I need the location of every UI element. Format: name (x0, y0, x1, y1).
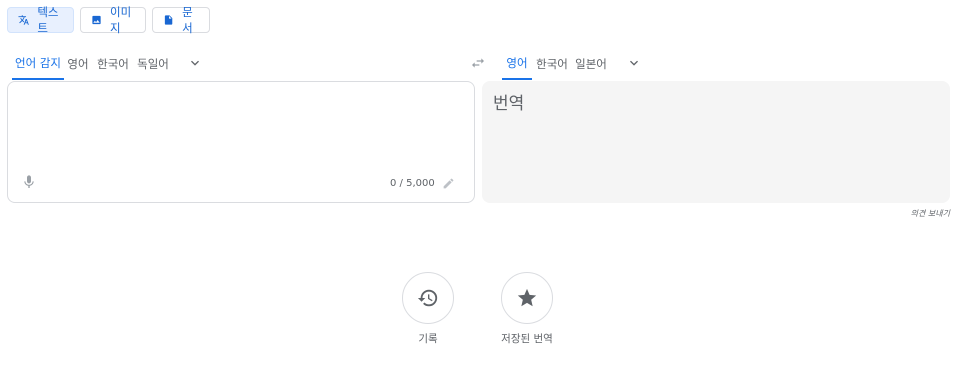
target-lang-japanese[interactable]: 일본어 (574, 47, 608, 80)
voice-input-button[interactable] (21, 174, 37, 190)
translation-placeholder: 번역 (493, 94, 525, 114)
text-mode-button[interactable]: 텍스트 (7, 5, 74, 35)
source-lang-label: 한국어 (97, 56, 129, 71)
source-lang-more-button[interactable] (187, 55, 203, 71)
swap-icon (472, 58, 484, 68)
history-label: 기록 (418, 333, 438, 345)
target-lang-label: 영어 (506, 55, 528, 70)
saved-translations-button[interactable] (501, 272, 553, 324)
chevron-down-icon (191, 60, 199, 66)
source-lang-label: 언어 감지 (15, 55, 61, 70)
translate-icon (18, 15, 29, 25)
document-mode-button[interactable]: 문서 (152, 5, 210, 35)
source-lang-detect[interactable]: 언어 감지 (12, 47, 64, 80)
source-text-input[interactable] (20, 92, 464, 166)
source-lang-korean[interactable]: 한국어 (96, 47, 130, 80)
image-icon (92, 15, 101, 25)
image-mode-label: 이미지 (110, 5, 132, 35)
saved-translations-label: 저장된 번역 (501, 333, 553, 345)
character-count: 0 / 5,000 (390, 178, 435, 189)
chevron-down-icon (630, 60, 638, 66)
target-lang-more-button[interactable] (626, 55, 642, 71)
source-text-panel: 0 / 5,000 (7, 81, 475, 203)
source-lang-label: 영어 (67, 56, 89, 71)
image-mode-button[interactable]: 이미지 (80, 5, 146, 35)
swap-languages-button[interactable] (470, 55, 486, 71)
source-lang-german[interactable]: 독일어 (136, 47, 170, 80)
text-mode-label: 텍스트 (37, 5, 59, 35)
pencil-icon (443, 178, 454, 189)
document-icon (164, 15, 173, 25)
star-icon (517, 288, 537, 307)
document-mode-label: 문서 (182, 5, 193, 35)
source-lang-english[interactable]: 영어 (66, 47, 90, 80)
target-lang-korean[interactable]: 한국어 (535, 47, 569, 80)
history-button[interactable] (402, 272, 454, 324)
send-feedback-link[interactable]: 의견 보내기 (911, 208, 950, 219)
microphone-icon (24, 175, 34, 188)
target-lang-english[interactable]: 영어 (502, 47, 532, 80)
source-lang-label: 독일어 (137, 56, 169, 71)
edit-button[interactable] (442, 177, 455, 190)
target-lang-label: 한국어 (536, 56, 568, 71)
target-lang-label: 일본어 (575, 56, 607, 71)
history-icon (417, 289, 438, 307)
translation-output-panel: 번역 (482, 81, 950, 203)
